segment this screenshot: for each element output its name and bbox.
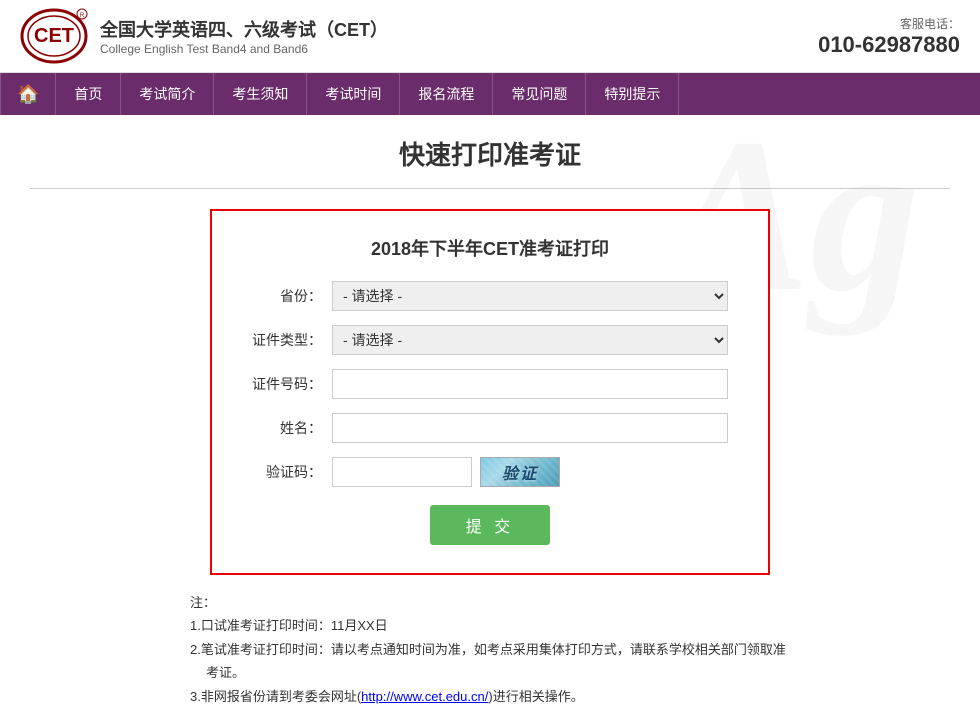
nav-item-time[interactable]: 考试时间 [307, 73, 400, 115]
cet-website-link[interactable]: http://www.cet.edu.cn/ [361, 689, 488, 704]
header-title-main: 全国大学英语四、六级考试（CET） [100, 16, 388, 42]
header: CET R 全国大学英语四、六级考试（CET） College English … [0, 0, 980, 73]
cert-no-input[interactable] [332, 369, 728, 399]
submit-row: 提 交 [252, 505, 728, 545]
form-container: 2018年下半年CET准考证打印 省份： - 请选择 - 证件类型： - 请选择… [210, 209, 770, 575]
cert-no-label: 证件号码： [252, 374, 332, 394]
cert-no-input-wrap [332, 369, 728, 399]
header-right: 客服电话： 010-62987880 [818, 15, 960, 58]
form-title: 2018年下半年CET准考证打印 [252, 235, 728, 261]
note-item-1: 1.口试准考证打印时间：11月XX日 [190, 614, 790, 637]
cert-type-row: 证件类型： - 请选择 - [252, 325, 728, 355]
header-left: CET R 全国大学英语四、六级考试（CET） College English … [20, 8, 388, 64]
nav-item-home[interactable]: 🏠 [0, 73, 56, 115]
note-item-2: 2.笔试准考证打印时间：请以考点通知时间为准，如考点采用集体打印方式，请联系学校… [190, 638, 790, 685]
province-select[interactable]: - 请选择 - [332, 281, 728, 311]
svg-text:R: R [80, 13, 85, 19]
captcha-input-wrap: 验证 [332, 457, 728, 487]
notes-section: 注： 1.口试准考证打印时间：11月XX日 2.笔试准考证打印时间：请以考点通知… [190, 591, 790, 708]
cert-type-label: 证件类型： [252, 330, 332, 350]
note-item-3: 3.非网报省份请到考委会网址(http://www.cet.edu.cn/)进行… [190, 685, 790, 708]
nav-item-index[interactable]: 首页 [56, 73, 121, 115]
name-label: 姓名： [252, 418, 332, 438]
page-divider [30, 188, 950, 189]
main-nav: 🏠 首页 考试简介 考生须知 考试时间 报名流程 常见问题 特别提示 [0, 73, 980, 115]
cet-logo: CET R [20, 8, 88, 64]
nav-item-tips[interactable]: 特别提示 [586, 73, 679, 115]
captcha-row: 验证码： 验证 [252, 457, 728, 487]
captcha-wrap: 验证 [332, 457, 728, 487]
nav-item-intro[interactable]: 考试简介 [121, 73, 214, 115]
nav-item-notice[interactable]: 考生须知 [214, 73, 307, 115]
province-row: 省份： - 请选择 - [252, 281, 728, 311]
name-input[interactable] [332, 413, 728, 443]
notes-prefix: 注： [190, 595, 216, 610]
cert-type-select[interactable]: - 请选择 - [332, 325, 728, 355]
page-title: 快速打印准考证 [30, 135, 950, 172]
submit-button[interactable]: 提 交 [430, 505, 550, 545]
header-title: 全国大学英语四、六级考试（CET） College English Test B… [100, 16, 388, 56]
captcha-input[interactable] [332, 457, 472, 487]
captcha-image[interactable]: 验证 [480, 457, 560, 487]
cert-no-row: 证件号码： [252, 369, 728, 399]
province-label: 省份： [252, 286, 332, 306]
nav-item-faq[interactable]: 常见问题 [493, 73, 586, 115]
captcha-label: 验证码： [252, 462, 332, 482]
nav-item-register[interactable]: 报名流程 [400, 73, 493, 115]
cert-type-select-wrap: - 请选择 - [332, 325, 728, 355]
name-input-wrap [332, 413, 728, 443]
province-select-wrap: - 请选择 - [332, 281, 728, 311]
name-row: 姓名： [252, 413, 728, 443]
svg-text:CET: CET [34, 25, 74, 47]
header-title-sub: College English Test Band4 and Band6 [100, 42, 388, 56]
main-content: Ag 快速打印准考证 2018年下半年CET准考证打印 省份： - 请选择 - … [0, 115, 980, 728]
service-label: 客服电话： [818, 15, 960, 32]
service-phone: 010-62987880 [818, 32, 960, 58]
